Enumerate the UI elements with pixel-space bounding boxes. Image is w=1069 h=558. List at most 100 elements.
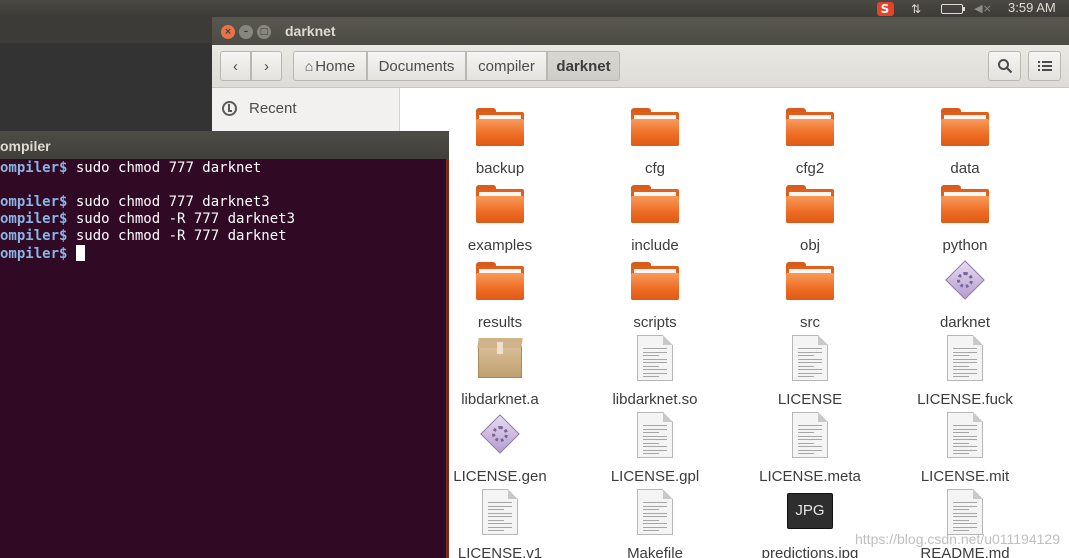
watermark: https://blog.csdn.net/u011194129 [855, 531, 1060, 547]
folder-icon [476, 185, 524, 223]
sidebar-item-recent[interactable]: Recent [212, 96, 400, 120]
folder-icon [941, 185, 989, 223]
file-item[interactable]: README.md [895, 488, 1035, 558]
close-window-button[interactable]: × [221, 25, 235, 39]
terminal-command [67, 246, 75, 262]
terminal-command: sudo chmod 777 darknet [67, 160, 262, 176]
folder-icon [941, 108, 989, 146]
sidebar-item-label: Recent [249, 99, 297, 117]
file-name: LICENSE.gen [453, 468, 547, 485]
folder-icon [631, 262, 679, 300]
file-manager-titlebar[interactable]: × – □ darknet [212, 17, 1069, 45]
terminal-titlebar[interactable]: ompiler [0, 131, 449, 159]
package-icon [477, 338, 523, 378]
list-icon [1037, 61, 1052, 71]
executable-icon [945, 260, 985, 300]
maximize-window-button[interactable]: □ [257, 25, 271, 39]
terminal-window[interactable]: ompiler ompiler$ sudo chmod 777 darknet o… [0, 131, 449, 558]
file-item[interactable]: Makefile [585, 488, 725, 558]
terminal-output[interactable]: ompiler$ sudo chmod 777 darknet ompiler$ … [0, 160, 446, 262]
folder-icon [631, 185, 679, 223]
text-document-icon [637, 335, 673, 381]
file-name: LICENSE.gpl [610, 468, 700, 485]
folder-icon [786, 185, 834, 223]
battery-icon[interactable] [938, 0, 966, 17]
executable-icon [480, 414, 520, 454]
file-item[interactable]: LICENSE [740, 334, 880, 408]
terminal-command: sudo chmod -R 777 darknet [67, 228, 287, 244]
file-item[interactable]: include [585, 180, 725, 254]
file-item[interactable]: cfg [585, 103, 725, 177]
file-item[interactable]: results [430, 257, 570, 331]
file-name: cfg2 [795, 160, 825, 177]
file-name: Makefile [627, 545, 683, 558]
file-grid: backup cfg cfg2 data examples include obj pytho… [400, 88, 1069, 558]
folder-icon [631, 108, 679, 146]
search-button[interactable] [988, 51, 1021, 81]
text-document-icon [947, 412, 983, 458]
file-item[interactable]: python [895, 180, 1035, 254]
file-name: libdarknet.so [612, 391, 698, 408]
sogou-label: S [876, 1, 894, 16]
file-name: libdarknet.a [461, 391, 539, 408]
breadcrumb-home[interactable]: ⌂ Home [293, 51, 367, 81]
file-item[interactable]: darknet [895, 257, 1035, 331]
file-item[interactable]: JPG predictions.jpg [740, 488, 880, 558]
file-item[interactable]: LICENSE.fuck [895, 334, 1035, 408]
text-document-icon [637, 412, 673, 458]
top-panel: S ⇅ ◀× 3:59 AM [0, 0, 1069, 17]
file-item[interactable]: libdarknet.so [585, 334, 725, 408]
sound-muted-icon[interactable]: ◀× [973, 0, 993, 17]
text-document-icon [792, 412, 828, 458]
terminal-line: ompiler$ [0, 245, 446, 262]
breadcrumb-darknet[interactable]: darknet [547, 51, 620, 81]
file-item[interactable]: scripts [585, 257, 725, 331]
text-document-icon [947, 489, 983, 535]
file-name: cfg [644, 160, 665, 177]
folder-icon [476, 262, 524, 300]
file-item[interactable]: cfg2 [740, 103, 880, 177]
minimize-window-button[interactable]: – [239, 25, 253, 39]
file-name: src [800, 314, 820, 331]
text-document-icon [482, 489, 518, 535]
terminal-title: ompiler [0, 138, 51, 154]
terminal-prompt: ompiler$ [0, 246, 68, 262]
breadcrumb-home-label: Home [315, 57, 356, 75]
file-name: results [477, 314, 523, 331]
file-item[interactable]: backup [430, 103, 570, 177]
text-document-icon [947, 335, 983, 381]
file-name: data [950, 160, 980, 177]
file-item[interactable]: src [740, 257, 880, 331]
background-window [0, 17, 212, 137]
forward-button[interactable]: › [251, 51, 282, 81]
terminal-prompt: ompiler$ [0, 228, 68, 244]
chevron-left-icon: ‹ [233, 57, 238, 75]
file-name: LICENSE.fuck [917, 391, 1013, 408]
file-item[interactable]: LICENSE.v1 [430, 488, 570, 558]
window-title: darknet [285, 23, 336, 39]
back-button[interactable]: ‹ [220, 51, 251, 81]
file-name: LICENSE.mit [920, 468, 1010, 485]
file-item[interactable]: LICENSE.gpl [585, 411, 725, 485]
file-item[interactable]: data [895, 103, 1035, 177]
list-view-button[interactable] [1028, 51, 1061, 81]
network-icon[interactable]: ⇅ [906, 0, 926, 17]
clock[interactable]: 3:59 AM [1008, 0, 1056, 17]
breadcrumb-compiler[interactable]: compiler [466, 51, 547, 81]
terminal-prompt: ompiler$ [0, 160, 68, 176]
file-item[interactable]: LICENSE.gen [430, 411, 570, 485]
file-item[interactable]: LICENSE.meta [740, 411, 880, 485]
file-item[interactable]: libdarknet.a [430, 334, 570, 408]
breadcrumb-documents[interactable]: Documents [367, 51, 466, 81]
folder-icon [476, 108, 524, 146]
chevron-right-icon: › [264, 57, 269, 75]
folder-icon [786, 262, 834, 300]
terminal-prompt: ompiler$ [0, 194, 68, 210]
file-item[interactable]: obj [740, 180, 880, 254]
sogou-input-icon[interactable]: S [875, 0, 895, 17]
folder-icon [786, 108, 834, 146]
file-item[interactable]: examples [430, 180, 570, 254]
search-icon [997, 59, 1012, 74]
file-item[interactable]: LICENSE.mit [895, 411, 1035, 485]
